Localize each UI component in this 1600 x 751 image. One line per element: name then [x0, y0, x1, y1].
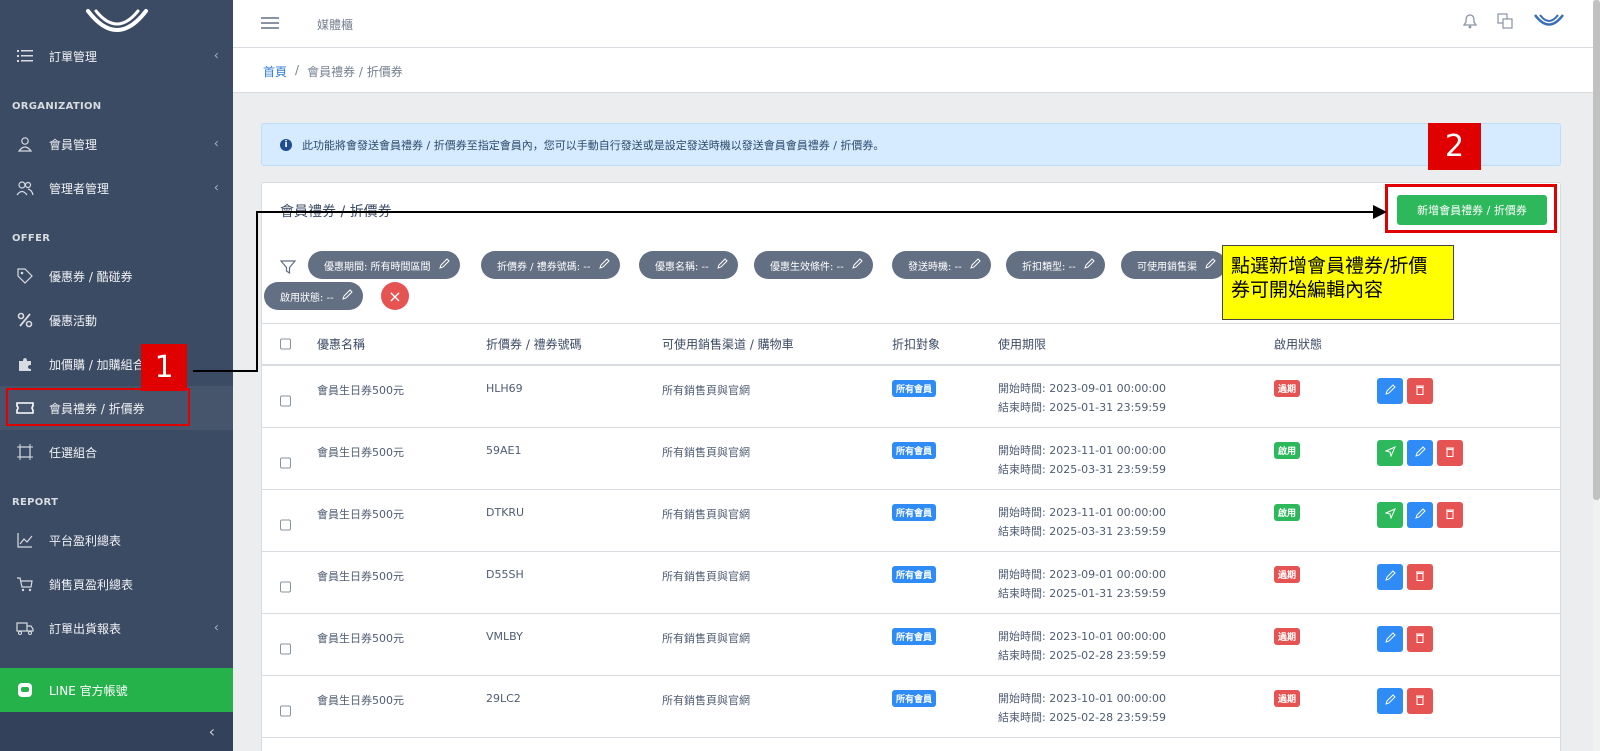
step-2-marker: 2 [1428, 123, 1481, 170]
page-scrollbar[interactable] [1593, 0, 1600, 751]
annotation-arrow [193, 205, 1387, 372]
step-1-marker: 1 [141, 344, 187, 391]
annotation-note: 點選新增會員禮券/折價券可開始編輯內容 [1222, 245, 1454, 320]
